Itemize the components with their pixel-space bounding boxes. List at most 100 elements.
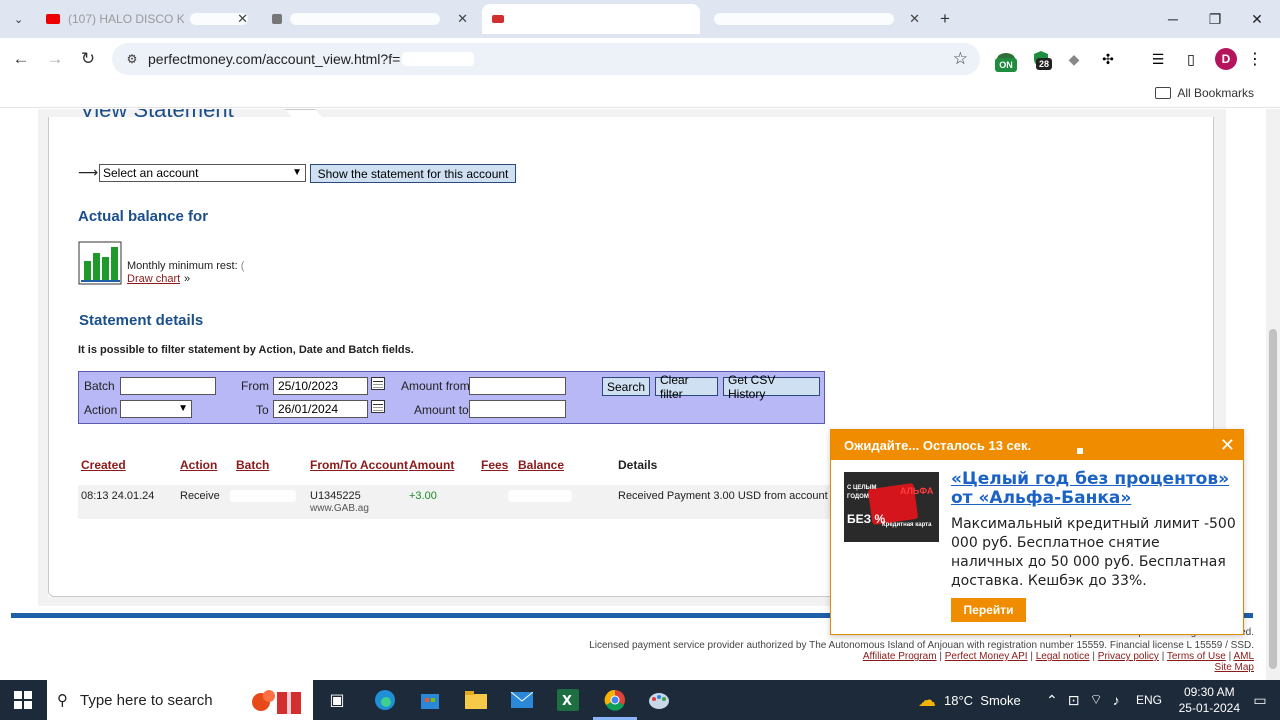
footer-link-api[interactable]: Perfect Money API bbox=[945, 651, 1028, 662]
chrome-icon[interactable] bbox=[603, 688, 627, 712]
cell-created: 08:13 24.01.24 bbox=[81, 490, 155, 502]
side-panel-icon[interactable]: ▯ bbox=[1180, 48, 1202, 70]
address-bar[interactable]: ⚙ perfectmoney.com/account_view.html?f= … bbox=[112, 43, 980, 75]
draw-chart-link[interactable]: Draw chart bbox=[127, 273, 180, 285]
scrollbar-thumb[interactable] bbox=[1269, 329, 1277, 669]
back-button[interactable]: ← bbox=[8, 46, 34, 72]
perfectmoney-icon bbox=[492, 15, 504, 23]
wifi-icon[interactable]: ⌔ bbox=[1089, 691, 1102, 709]
ad-image-text: АЛЬФА bbox=[900, 486, 934, 496]
col-details: Details bbox=[618, 458, 658, 472]
close-icon[interactable]: ✕ bbox=[457, 11, 468, 27]
windows-start-icon[interactable] bbox=[11, 688, 35, 712]
from-date-input[interactable]: 25/10/2023 bbox=[273, 377, 368, 395]
calendar-icon[interactable] bbox=[371, 400, 385, 413]
to-date-input[interactable]: 26/01/2024 bbox=[273, 400, 368, 418]
file-explorer-icon[interactable] bbox=[464, 688, 488, 712]
close-icon[interactable]: ✕ bbox=[1220, 435, 1235, 456]
page-title: View Statement bbox=[80, 109, 234, 122]
profile-avatar[interactable]: D bbox=[1215, 48, 1237, 70]
menu-kebab-icon[interactable]: ⋮ bbox=[1244, 48, 1266, 70]
reload-icon: ↻ bbox=[80, 49, 96, 68]
show-statement-button[interactable]: Show the statement for this account bbox=[310, 164, 516, 183]
ad-title-link[interactable]: «Целый год без процентов» от «Альфа-Банк… bbox=[951, 470, 1236, 508]
tab-active-perfectmoney[interactable] bbox=[482, 4, 700, 34]
draw-chart-text: Draw chart bbox=[127, 273, 181, 285]
footer-link-terms[interactable]: Terms of Use bbox=[1167, 651, 1226, 662]
bookmark-star-icon[interactable]: ☆ bbox=[953, 49, 968, 69]
tab-2[interactable]: ✕ bbox=[262, 4, 478, 34]
arrow-left-icon: ← bbox=[12, 49, 30, 68]
paint-icon[interactable] bbox=[647, 688, 671, 712]
search-button[interactable]: Search bbox=[602, 377, 650, 396]
site-info-icon[interactable]: ⚙ bbox=[124, 52, 140, 66]
volume-icon[interactable]: ♪ bbox=[1113, 692, 1120, 708]
gift-icon bbox=[252, 690, 301, 714]
tab-youtube[interactable]: (107) HALO DISCO KGM ✕ bbox=[36, 4, 258, 34]
chevron-down-icon: ⌄ bbox=[14, 13, 24, 26]
media-control-icon[interactable]: ☰ bbox=[1147, 48, 1169, 70]
forward-button[interactable]: → bbox=[42, 46, 68, 72]
bar-chart-icon[interactable] bbox=[78, 241, 122, 285]
minimize-button[interactable]: ─ bbox=[1150, 0, 1196, 38]
col-fees[interactable]: Fees bbox=[481, 458, 508, 472]
footer-link-affiliate[interactable]: Affiliate Program bbox=[863, 651, 937, 662]
ad-go-button[interactable]: Перейти bbox=[951, 598, 1026, 622]
footer-link-aml[interactable]: AML bbox=[1233, 651, 1254, 662]
chevron-down-icon: ▼ bbox=[292, 167, 302, 178]
ad-image-text: С ЦЕЛЫМ ГОДОМ bbox=[847, 485, 877, 500]
weather-widget[interactable]: ☁ 18°C Smoke bbox=[918, 680, 1021, 720]
col-account[interactable]: From/To Account bbox=[310, 458, 408, 472]
page-scrollbar[interactable] bbox=[1266, 109, 1280, 680]
reload-button[interactable]: ↻ bbox=[75, 46, 101, 72]
notifications-icon[interactable]: ▭ bbox=[1248, 688, 1272, 712]
new-tab-button[interactable]: + bbox=[930, 4, 956, 34]
excel-icon[interactable]: X bbox=[556, 688, 580, 712]
svg-text:X: X bbox=[562, 694, 572, 709]
footer-link-sitemap[interactable]: Site Map bbox=[1215, 662, 1254, 673]
url-text: perfectmoney.com/account_view.html?f= bbox=[148, 51, 401, 67]
taskbar-clock[interactable]: 09:30 AM 25-01-2024 bbox=[1179, 684, 1240, 716]
mail-icon[interactable] bbox=[510, 688, 534, 712]
page-icon bbox=[272, 14, 282, 24]
account-select[interactable]: Select an account ▼ bbox=[99, 164, 306, 182]
extension-diamond-icon[interactable]: ◆ bbox=[1063, 48, 1085, 70]
batch-input[interactable] bbox=[120, 377, 216, 395]
footer-link-privacy[interactable]: Privacy policy bbox=[1098, 651, 1159, 662]
close-icon[interactable]: ✕ bbox=[237, 11, 248, 27]
col-batch[interactable]: Batch bbox=[236, 458, 269, 472]
col-balance[interactable]: Balance bbox=[518, 458, 564, 472]
chevron-up-icon[interactable]: ⌃ bbox=[1046, 692, 1058, 709]
action-select[interactable]: ▼ bbox=[120, 400, 192, 418]
tab-search-button[interactable]: ⌄ bbox=[4, 4, 30, 34]
filter-panel: Batch Action ▼ From 25/10/2023 To 26/01/… bbox=[78, 371, 825, 424]
clear-filter-button[interactable]: Clear filter bbox=[655, 373, 718, 401]
csv-history-button[interactable]: Get CSV History bbox=[723, 373, 820, 401]
task-view-icon[interactable]: ▣ bbox=[325, 688, 349, 712]
footer-link-legal[interactable]: Legal notice bbox=[1036, 651, 1090, 662]
network-icon[interactable]: ⊡ bbox=[1068, 692, 1080, 709]
system-tray: ⌃ ⊡ ⌔ ♪ bbox=[1046, 680, 1120, 720]
tab-4[interactable]: ✕ bbox=[704, 4, 930, 34]
amount-to-input[interactable] bbox=[469, 400, 566, 418]
ad-card-image[interactable]: С ЦЕЛЫМ ГОДОМ БЕЗ % АЛЬФА Кредитная карт… bbox=[844, 472, 939, 542]
amount-from-input[interactable] bbox=[469, 377, 566, 395]
language-indicator[interactable]: ENG bbox=[1136, 680, 1162, 720]
all-bookmarks-button[interactable]: All Bookmarks bbox=[1155, 86, 1254, 100]
restore-button[interactable]: ❐ bbox=[1192, 0, 1238, 38]
store-icon[interactable] bbox=[418, 688, 442, 712]
col-action[interactable]: Action bbox=[180, 458, 217, 472]
calendar-icon[interactable] bbox=[371, 377, 385, 390]
taskbar-search[interactable]: ⚲ Type here to search bbox=[47, 680, 313, 720]
close-window-button[interactable]: ✕ bbox=[1234, 0, 1280, 38]
ad-image-text: БЕЗ % bbox=[847, 512, 886, 526]
windows-taskbar: ⚲ Type here to search ▣ X ☁ 18°C Smoke ⌃… bbox=[0, 680, 1280, 720]
chevron-down-icon: ▼ bbox=[178, 403, 188, 414]
col-created[interactable]: Created bbox=[81, 458, 126, 472]
balance-heading: Actual balance for bbox=[78, 208, 209, 225]
col-amount[interactable]: Amount bbox=[409, 458, 454, 472]
edge-icon[interactable] bbox=[373, 688, 397, 712]
search-icon: ⚲ bbox=[57, 692, 68, 709]
close-icon[interactable]: ✕ bbox=[909, 11, 920, 27]
extensions-puzzle-icon[interactable]: ✣ bbox=[1097, 48, 1119, 70]
